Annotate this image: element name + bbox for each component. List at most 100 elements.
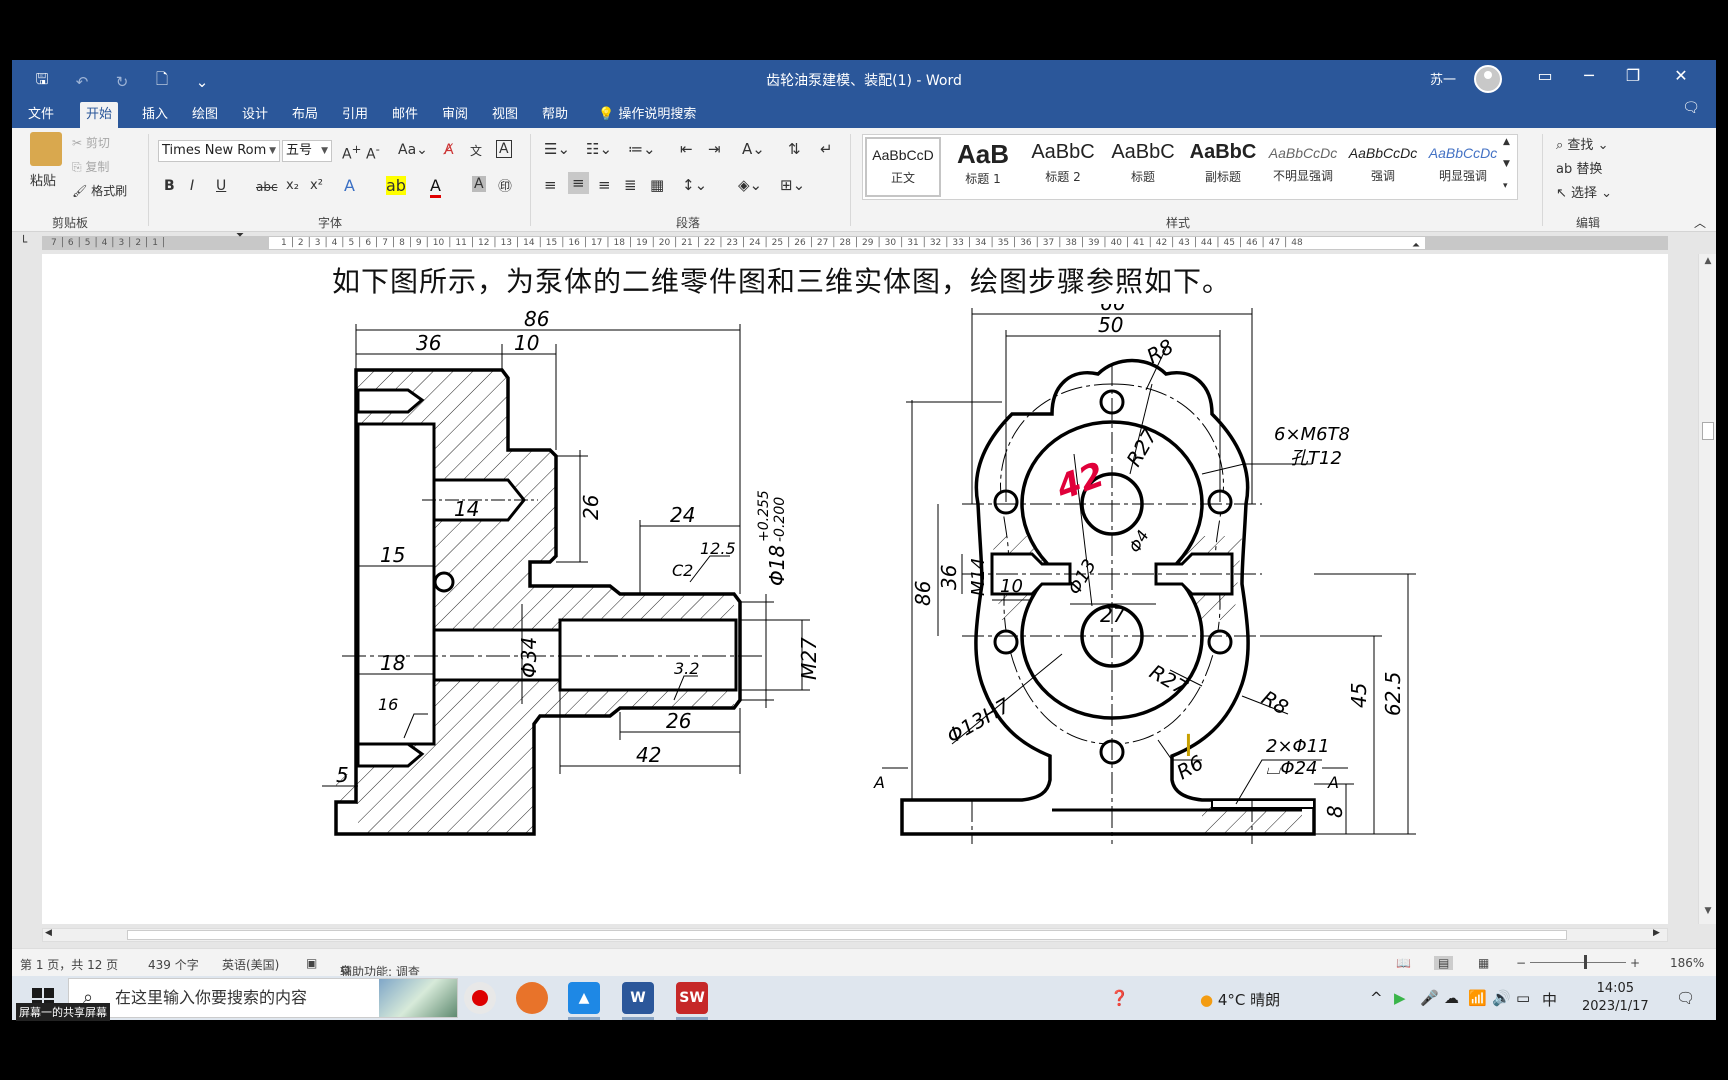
- select-button[interactable]: ↖ 选择 ⌄: [1556, 182, 1612, 201]
- tab-draw[interactable]: 绘图: [186, 102, 224, 128]
- minimize-icon[interactable]: ─: [1574, 66, 1604, 85]
- help-icon[interactable]: ❓: [1110, 989, 1129, 1007]
- print-layout-icon[interactable]: ▤: [1434, 956, 1454, 970]
- zoom-slider[interactable]: [1530, 962, 1626, 963]
- document-page[interactable]: 如下图所示，为泵体的二维零件图和三维实体图，绘图步骤参照如下。 86 36 10…: [42, 254, 1668, 924]
- style-intense-emphasis[interactable]: AaBbCcDc 明显强调: [1425, 137, 1501, 197]
- solidworks-app-icon[interactable]: SW: [676, 982, 708, 1020]
- borders-icon[interactable]: ⊞⌄: [780, 176, 805, 194]
- shading-icon[interactable]: ◈⌄: [738, 176, 762, 194]
- tab-stop-icon[interactable]: └: [20, 235, 27, 249]
- tell-me-search[interactable]: 💡 操作说明搜索: [598, 102, 696, 128]
- firefox-icon[interactable]: [516, 982, 548, 1014]
- tab-mailings[interactable]: 邮件: [386, 102, 424, 128]
- char-shading-icon[interactable]: A: [472, 176, 486, 192]
- show-marks-icon[interactable]: ↵: [820, 140, 833, 158]
- copy-button[interactable]: ⎘ 复制: [72, 158, 109, 175]
- tab-file[interactable]: 文件: [22, 102, 60, 128]
- tab-view[interactable]: 视图: [486, 102, 524, 128]
- gallery-more-icon[interactable]: ▾: [1503, 181, 1508, 191]
- italic-icon[interactable]: I: [190, 178, 194, 194]
- web-layout-icon[interactable]: ▦: [1478, 956, 1489, 970]
- battery-icon[interactable]: ▭: [1516, 989, 1530, 1007]
- chinese-layout-icon[interactable]: A⌄: [742, 140, 765, 158]
- clear-format-icon[interactable]: A̸: [444, 142, 454, 158]
- underline-icon[interactable]: U: [216, 178, 226, 194]
- style-emphasis[interactable]: AaBbCcDc 强调: [1345, 137, 1421, 197]
- style-title[interactable]: AaBbC 标题: [1105, 137, 1181, 197]
- bullets-icon[interactable]: ☰⌄: [544, 140, 570, 158]
- bold-icon[interactable]: B: [164, 178, 175, 194]
- language[interactable]: 英语(美国): [222, 956, 279, 973]
- gallery-up-icon[interactable]: ▲: [1503, 137, 1510, 147]
- zoom-level[interactable]: 186%: [1670, 956, 1704, 970]
- text-effects-icon[interactable]: A: [344, 176, 355, 195]
- page-count[interactable]: 第 1 页，共 12 页: [20, 956, 118, 973]
- horizontal-scrollbar[interactable]: ◀ ▶: [42, 928, 1668, 942]
- tab-design[interactable]: 设计: [236, 102, 274, 128]
- zoom-in-button[interactable]: +: [1630, 956, 1640, 970]
- shrink-font-icon[interactable]: A-: [366, 142, 380, 163]
- line-spacing-icon[interactable]: ↕⌄: [682, 176, 707, 194]
- tray-expand-icon[interactable]: ^: [1370, 989, 1383, 1007]
- gallery-down-icon[interactable]: ▼: [1503, 159, 1510, 169]
- font-color-icon[interactable]: A: [430, 176, 441, 198]
- enclose-char-icon[interactable]: ㊞: [498, 176, 512, 196]
- microphone-icon[interactable]: 🎤: [1420, 989, 1439, 1007]
- scroll-right-icon[interactable]: ▶: [1653, 928, 1660, 938]
- font-name-combo[interactable]: Times New Rom ▼: [158, 140, 280, 162]
- scroll-thumb[interactable]: [1702, 422, 1714, 440]
- tab-help[interactable]: 帮助: [536, 102, 574, 128]
- scroll-left-icon[interactable]: ◀: [45, 928, 52, 938]
- paste-button[interactable]: 粘贴: [30, 170, 56, 189]
- word-count[interactable]: 439 个字: [148, 956, 199, 973]
- cloud-icon[interactable]: ☁: [1444, 989, 1459, 1007]
- find-button[interactable]: ⌕ 查找 ⌄: [1556, 134, 1608, 153]
- grow-font-icon[interactable]: A+: [342, 142, 361, 163]
- style-normal[interactable]: AaBbCcD 正文: [865, 137, 941, 197]
- tab-layout[interactable]: 布局: [286, 102, 324, 128]
- strikethrough-icon[interactable]: abc: [256, 180, 278, 194]
- zoom-slider-thumb[interactable]: [1584, 955, 1587, 969]
- hscroll-thumb[interactable]: [127, 930, 1567, 940]
- collapse-ribbon-icon[interactable]: ︿: [1694, 214, 1706, 231]
- numbering-icon[interactable]: ☷⌄: [586, 140, 612, 158]
- zoom-out-button[interactable]: −: [1516, 956, 1526, 970]
- cut-button[interactable]: ✂ 剪切: [72, 134, 110, 151]
- indent-marker-icon[interactable]: ⏷: [236, 230, 244, 241]
- restore-icon[interactable]: ❐: [1618, 66, 1648, 85]
- notification-icon[interactable]: 🗨: [1676, 989, 1695, 1007]
- char-border-icon[interactable]: A: [496, 140, 512, 158]
- change-case-icon[interactable]: Aa⌄: [398, 142, 428, 158]
- taskbar-search[interactable]: ⌕ 在这里输入你要搜索的内容: [68, 978, 458, 1018]
- decrease-indent-icon[interactable]: ⇤: [680, 140, 693, 158]
- tab-references[interactable]: 引用: [336, 102, 374, 128]
- phonetic-guide-icon[interactable]: 文: [470, 142, 482, 159]
- weather[interactable]: ● 4°C 晴朗: [1200, 989, 1280, 1010]
- close-icon[interactable]: ✕: [1666, 66, 1696, 85]
- align-right-icon[interactable]: ≡: [598, 176, 611, 194]
- style-subtle-emphasis[interactable]: AaBbCcDc 不明显强调: [1265, 137, 1341, 197]
- tab-review[interactable]: 审阅: [436, 102, 474, 128]
- justify-icon[interactable]: ≣: [624, 176, 637, 194]
- highlight-icon[interactable]: ab: [386, 176, 406, 195]
- superscript-icon[interactable]: x²: [310, 178, 323, 193]
- style-heading1[interactable]: AaB 标题 1: [945, 137, 1021, 197]
- multilevel-list-icon[interactable]: ≔⌄: [628, 140, 656, 158]
- record-app-icon[interactable]: [464, 982, 496, 1014]
- comments-icon[interactable]: 🗨: [1676, 100, 1706, 116]
- wifi-icon[interactable]: 📶: [1468, 989, 1487, 1007]
- volume-icon[interactable]: 🔊: [1492, 989, 1511, 1007]
- media-icon[interactable]: ▶: [1394, 989, 1406, 1007]
- align-left-icon[interactable]: ≡: [544, 176, 557, 194]
- format-painter-button[interactable]: 🖌 格式刷: [72, 182, 127, 199]
- photos-app-icon[interactable]: ▲: [568, 982, 600, 1020]
- tab-home[interactable]: 开始: [80, 102, 119, 128]
- ruler-bar[interactable]: 7 │ 6 │ 5 │ 4 │ 3 │ 2 │ 1 │ 1 │ 2 │ 3 │ …: [42, 236, 1668, 250]
- style-heading2[interactable]: AaBbC 标题 2: [1025, 137, 1101, 197]
- tab-insert[interactable]: 插入: [136, 102, 174, 128]
- subscript-icon[interactable]: x₂: [286, 178, 299, 193]
- clock[interactable]: 14:05 2023/1/17: [1582, 980, 1649, 1016]
- increase-indent-icon[interactable]: ⇥: [708, 140, 721, 158]
- avatar[interactable]: [1474, 65, 1502, 93]
